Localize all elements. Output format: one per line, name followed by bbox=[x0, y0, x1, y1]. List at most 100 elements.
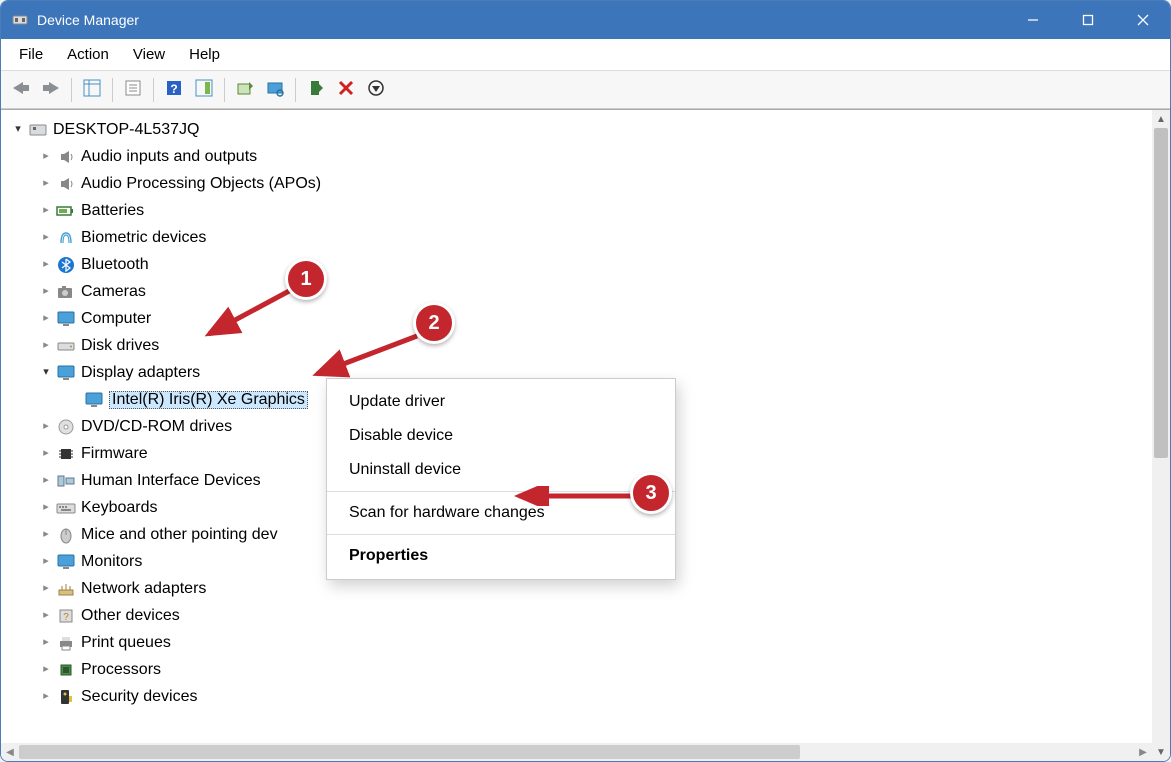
vertical-scrollbar[interactable]: ▲ ▼ bbox=[1152, 110, 1170, 761]
chevron-right-icon[interactable] bbox=[37, 445, 55, 463]
tree-item[interactable]: Cameras bbox=[5, 278, 1166, 305]
menu-view[interactable]: View bbox=[123, 42, 175, 67]
enable-device-button[interactable] bbox=[302, 76, 330, 104]
horizontal-scrollbar[interactable]: ◀ ▶ bbox=[1, 743, 1152, 761]
back-button[interactable] bbox=[7, 76, 35, 104]
context-menu: Update driver Disable device Uninstall d… bbox=[326, 378, 676, 580]
scroll-down-icon[interactable]: ▼ bbox=[1152, 743, 1170, 761]
scroll-thumb[interactable] bbox=[1154, 128, 1168, 458]
tree-item[interactable]: Computer bbox=[5, 305, 1166, 332]
chevron-right-icon[interactable] bbox=[37, 175, 55, 193]
close-button[interactable] bbox=[1115, 1, 1170, 39]
scroll-up-icon[interactable]: ▲ bbox=[1152, 110, 1170, 128]
monitor-icon bbox=[83, 389, 105, 411]
chevron-right-icon[interactable] bbox=[37, 337, 55, 355]
help-icon: ? bbox=[165, 79, 183, 101]
chevron-right-icon[interactable] bbox=[37, 553, 55, 571]
maximize-button[interactable] bbox=[1060, 1, 1115, 39]
chevron-right-icon[interactable] bbox=[37, 499, 55, 517]
uninstall-device-button[interactable] bbox=[332, 76, 360, 104]
uninstall-x-icon bbox=[337, 79, 355, 101]
chevron-right-icon[interactable] bbox=[37, 688, 55, 706]
tree-item[interactable]: Biometric devices bbox=[5, 224, 1166, 251]
svg-text:?: ? bbox=[170, 82, 177, 96]
scan-hardware-icon bbox=[266, 79, 284, 101]
chevron-down-icon[interactable] bbox=[9, 121, 27, 139]
tree-item-label: Security devices bbox=[81, 688, 198, 705]
chevron-right-icon[interactable] bbox=[37, 310, 55, 328]
chevron-right-icon[interactable] bbox=[37, 229, 55, 247]
scroll-left-icon[interactable]: ◀ bbox=[1, 743, 19, 761]
tree-item-label: Keyboards bbox=[81, 499, 158, 516]
camera-icon bbox=[55, 281, 77, 303]
battery-icon bbox=[55, 200, 77, 222]
scroll-right-icon[interactable]: ▶ bbox=[1134, 743, 1152, 761]
tree-item[interactable]: Batteries bbox=[5, 197, 1166, 224]
chevron-right-icon[interactable] bbox=[37, 283, 55, 301]
tree-item[interactable]: Security devices bbox=[5, 683, 1166, 710]
hscroll-thumb[interactable] bbox=[19, 745, 800, 759]
monitor-icon bbox=[55, 551, 77, 573]
tree-item-label: Processors bbox=[81, 661, 161, 678]
fingerprint-icon bbox=[55, 227, 77, 249]
tree-item[interactable]: Disk drives bbox=[5, 332, 1166, 359]
chevron-right-icon[interactable] bbox=[37, 148, 55, 166]
chevron-right-icon[interactable] bbox=[37, 661, 55, 679]
menu-help[interactable]: Help bbox=[179, 42, 230, 67]
tree-item[interactable]: Processors bbox=[5, 656, 1166, 683]
other-icon: ? bbox=[55, 605, 77, 627]
bluetooth-icon bbox=[55, 254, 77, 276]
tree-item-label: Audio Processing Objects (APOs) bbox=[81, 175, 321, 192]
menu-file[interactable]: File bbox=[9, 42, 53, 67]
tree-root[interactable]: DESKTOP-4L537JQ bbox=[5, 116, 1166, 143]
chevron-right-icon[interactable] bbox=[37, 202, 55, 220]
tree-item[interactable]: ?Other devices bbox=[5, 602, 1166, 629]
tree-item[interactable]: Print queues bbox=[5, 629, 1166, 656]
tree-item-label: Firmware bbox=[81, 445, 148, 462]
devmgr-app-icon bbox=[11, 11, 29, 29]
back-arrow-icon bbox=[11, 80, 31, 100]
tree-item[interactable]: Audio inputs and outputs bbox=[5, 143, 1166, 170]
properties-button[interactable] bbox=[119, 76, 147, 104]
tree-item-label: Network adapters bbox=[81, 580, 206, 597]
ctx-properties[interactable]: Properties bbox=[327, 539, 675, 573]
forward-arrow-icon bbox=[41, 80, 61, 100]
tree-item[interactable]: Audio Processing Objects (APOs) bbox=[5, 170, 1166, 197]
printer-icon bbox=[55, 632, 77, 654]
chevron-right-icon[interactable] bbox=[37, 472, 55, 490]
help-button[interactable]: ? bbox=[160, 76, 188, 104]
tree-icon bbox=[83, 79, 101, 101]
ctx-uninstall-device[interactable]: Uninstall device bbox=[327, 453, 675, 487]
properties-icon bbox=[124, 79, 142, 101]
ctx-disable-device[interactable]: Disable device bbox=[327, 419, 675, 453]
annotation-callout-3: 3 bbox=[630, 472, 672, 514]
network-icon bbox=[55, 578, 77, 600]
chevron-right-icon[interactable] bbox=[37, 256, 55, 274]
chevron-right-icon[interactable] bbox=[37, 580, 55, 598]
cpu-icon bbox=[55, 659, 77, 681]
tree-item-label: Human Interface Devices bbox=[81, 472, 261, 489]
tree-item-label: Mice and other pointing dev bbox=[81, 526, 278, 543]
chevron-right-icon[interactable] bbox=[37, 607, 55, 625]
annotation-callout-2: 2 bbox=[413, 302, 455, 344]
tree-item-label: Bluetooth bbox=[81, 256, 149, 273]
show-hide-tree-button[interactable] bbox=[78, 76, 106, 104]
forward-button[interactable] bbox=[37, 76, 65, 104]
chevron-right-icon[interactable] bbox=[37, 418, 55, 436]
chevron-right-icon[interactable] bbox=[37, 526, 55, 544]
tree-item-label: Monitors bbox=[81, 553, 142, 570]
scan-hardware-button[interactable] bbox=[261, 76, 289, 104]
chevron-down-icon[interactable] bbox=[37, 364, 55, 382]
tree-item-label: Audio inputs and outputs bbox=[81, 148, 257, 165]
action-pane-button[interactable] bbox=[190, 76, 218, 104]
menu-action[interactable]: Action bbox=[57, 42, 119, 67]
titlebar[interactable]: Device Manager bbox=[1, 1, 1170, 39]
disable-device-button[interactable] bbox=[362, 76, 390, 104]
update-driver-button[interactable] bbox=[231, 76, 259, 104]
ctx-update-driver[interactable]: Update driver bbox=[327, 385, 675, 419]
tree-item-label: Computer bbox=[81, 310, 151, 327]
tree-item[interactable]: Bluetooth bbox=[5, 251, 1166, 278]
tree-item-label: DVD/CD-ROM drives bbox=[81, 418, 232, 435]
chevron-right-icon[interactable] bbox=[37, 634, 55, 652]
minimize-button[interactable] bbox=[1005, 1, 1060, 39]
